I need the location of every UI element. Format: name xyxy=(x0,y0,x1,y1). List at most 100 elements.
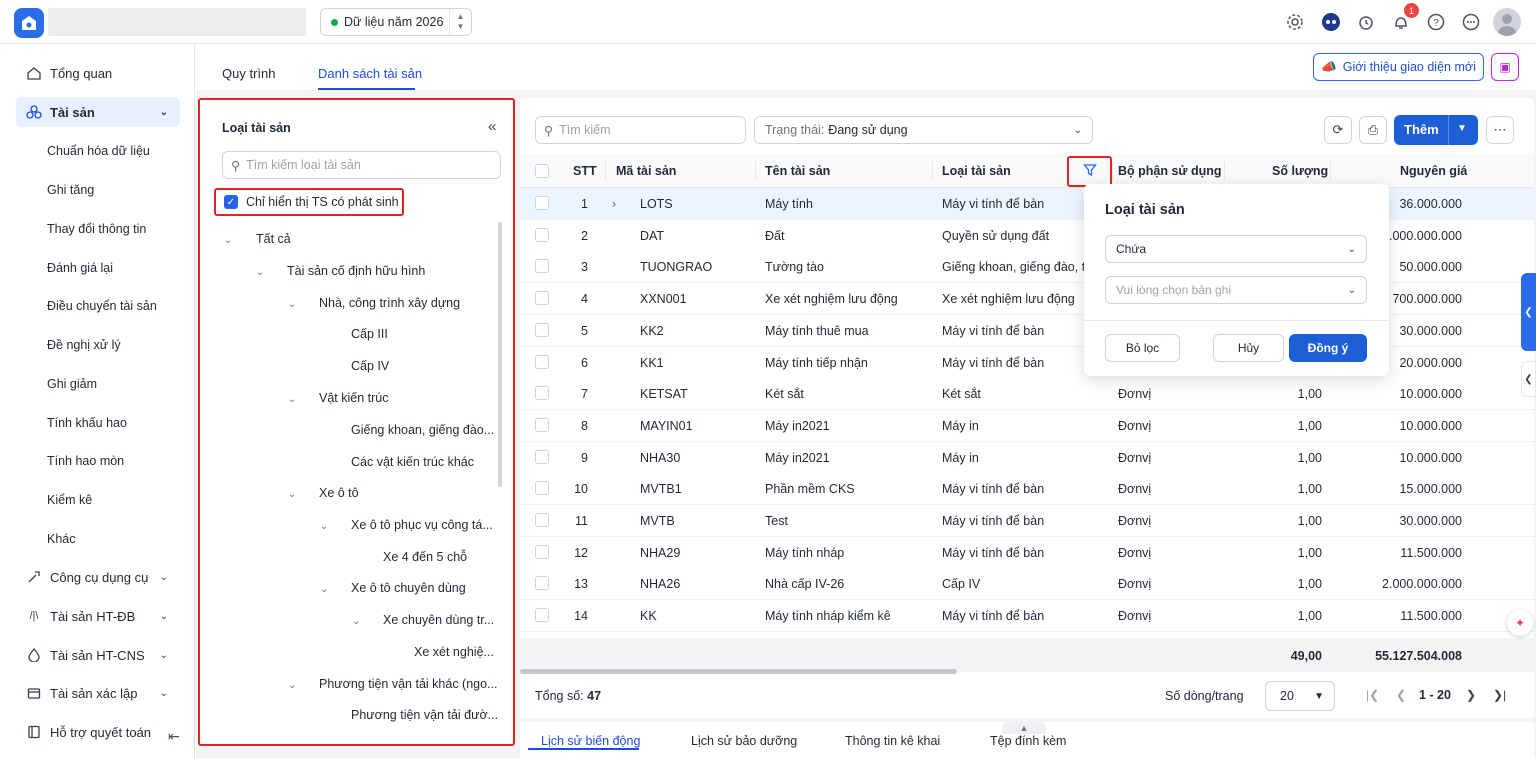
row-checkbox[interactable] xyxy=(535,576,549,591)
settings-icon[interactable] xyxy=(1284,11,1306,33)
chevron-down-icon[interactable]: ▼ xyxy=(457,22,465,32)
first-page-icon[interactable]: |❮ xyxy=(1366,688,1379,702)
chevron-down-icon[interactable]: ⌄ xyxy=(288,299,302,310)
sidebar-item-overview[interactable]: Tổng quan xyxy=(16,58,180,88)
chevron-down-icon[interactable]: ⌄ xyxy=(320,584,334,595)
refresh-button[interactable]: ⟳ xyxy=(1324,116,1352,144)
column-divider[interactable] xyxy=(755,162,756,180)
row-checkbox[interactable] xyxy=(535,544,549,559)
year-selector[interactable]: Dữ liệu năm 2026 ▲ ▼ xyxy=(320,8,472,36)
tree-node[interactable]: Xe 4 đến 5 chỗ xyxy=(383,550,467,564)
row-checkbox[interactable] xyxy=(535,227,549,242)
tab-attachments[interactable]: Tệp đính kèm xyxy=(990,734,1066,748)
tab-asset-list[interactable]: Danh sách tài sản xyxy=(318,66,422,81)
year-stepper[interactable]: ▲ ▼ xyxy=(449,9,471,35)
tab-process[interactable]: Quy trình xyxy=(222,66,275,81)
chevron-down-icon[interactable]: ⌄ xyxy=(288,489,302,500)
collapse-panel-icon[interactable]: « xyxy=(488,118,496,135)
select-all-checkbox[interactable] xyxy=(535,164,549,178)
table-row[interactable]: 14 KK Máy tính nháp kiểm kê Máy vi tính để … xyxy=(520,600,1534,633)
sidebar-subitem[interactable]: Chuẩn hóa dữ liệu xyxy=(47,144,150,158)
sidebar-item-water-assets[interactable]: Tài sản HT-CNS ⌄ xyxy=(16,640,180,670)
chevron-down-icon[interactable]: ⌄ xyxy=(256,267,270,278)
row-checkbox[interactable] xyxy=(535,481,549,496)
table-row[interactable]: 9 NHA30 Máy in2021 Máy in Đơnvị 1,00 10.000.00… xyxy=(520,441,1534,474)
more-actions-button[interactable]: ⋯ xyxy=(1486,116,1514,144)
table-row[interactable]: 7 KETSAT Két sắt Két sắt Đơnvị 1,00 10.000.000 xyxy=(520,378,1534,411)
table-row[interactable]: 12 NHA29 Máy tính nháp Máy vi tính để bàn Đơ… xyxy=(520,536,1534,569)
tree-node[interactable]: ⌄ Phương tiện vận tải khác (ngo... xyxy=(288,677,497,691)
expand-detail-icon[interactable]: ▲ xyxy=(1002,722,1046,734)
collapse-sidebar-icon[interactable]: ⇤ xyxy=(168,728,180,745)
tree-node[interactable]: Cấp IV xyxy=(351,359,389,373)
side-panel-toggle-icon[interactable]: ❮ xyxy=(1521,273,1536,351)
row-checkbox[interactable] xyxy=(535,322,549,337)
row-checkbox[interactable] xyxy=(535,291,549,306)
tree-node[interactable]: ⌄ Tài sản cố định hữu hình xyxy=(256,264,425,278)
tree-node[interactable]: ⌄ Tất cả xyxy=(224,232,291,246)
chevron-down-icon[interactable]: ⌄ xyxy=(224,235,238,246)
sidebar-item-tools[interactable]: Công cụ dụng cụ ⌄ xyxy=(16,562,180,592)
last-page-icon[interactable]: ❯| xyxy=(1493,688,1506,702)
tree-node[interactable]: ⌄ Xe ô tô chuyên dùng xyxy=(320,581,466,595)
tree-node[interactable]: ⌄ Nhà, công trình xây dựng xyxy=(288,296,460,310)
panel-scrollbar[interactable] xyxy=(498,222,502,487)
tab-declaration-info[interactable]: Thông tin kê khai xyxy=(845,734,940,748)
ai-assistant-icon[interactable]: ✦ xyxy=(1507,610,1533,636)
table-row[interactable]: 11 MVTB Test Máy vi tính để bàn Đơnvị 1,00 30.… xyxy=(520,505,1534,537)
row-checkbox[interactable] xyxy=(535,608,549,623)
chevron-down-icon[interactable]: ▼ xyxy=(1457,123,1467,134)
chevron-up-icon[interactable]: ▲ xyxy=(457,12,465,22)
print-button[interactable]: ⎙ xyxy=(1359,116,1387,144)
tree-node[interactable]: ⌄ Xe ô tô xyxy=(288,486,359,500)
column-divider[interactable] xyxy=(1112,162,1113,180)
row-checkbox[interactable] xyxy=(535,259,549,274)
search-input[interactable]: ⚲ Tìm kiếm xyxy=(535,116,746,144)
sidebar-item-settlement[interactable]: Hỗ trợ quyết toán xyxy=(16,717,156,747)
filter-operator-select[interactable]: Chứa ⌄ xyxy=(1105,235,1367,263)
chevron-down-icon[interactable]: ⌄ xyxy=(320,521,334,532)
cancel-button[interactable]: Hủy xyxy=(1213,334,1284,362)
sidebar-subitem[interactable]: Đánh giá lại xyxy=(47,261,113,275)
sidebar-subitem[interactable]: Thay đổi thông tin xyxy=(47,222,146,236)
tree-node[interactable]: ⌄ Vật kiến trúc xyxy=(288,391,388,405)
tree-node[interactable]: ⌄ Xe chuyên dùng tr... xyxy=(352,613,494,627)
row-checkbox[interactable] xyxy=(535,513,549,527)
sidebar-item-established-assets[interactable]: Tài sản xác lập ⌄ xyxy=(16,678,180,708)
tree-node[interactable]: Cấp III xyxy=(351,327,388,341)
sidebar-subitem[interactable]: Ghi tăng xyxy=(47,183,94,197)
column-divider[interactable] xyxy=(932,162,933,180)
row-checkbox[interactable] xyxy=(535,386,549,401)
add-button[interactable]: Thêm ▼ xyxy=(1394,115,1478,145)
tree-node[interactable]: Giếng khoan, giếng đào... xyxy=(351,423,494,437)
chevron-down-icon[interactable]: ⌄ xyxy=(288,394,302,405)
chevron-down-icon[interactable]: ⌄ xyxy=(352,616,366,627)
row-checkbox[interactable] xyxy=(535,417,549,432)
alarm-icon[interactable] xyxy=(1355,11,1377,33)
filter-value-select[interactable]: Vui lòng chọn bản ghi ⌄ xyxy=(1105,276,1367,304)
tab-change-history[interactable]: Lịch sử biến động xyxy=(541,734,640,748)
tree-node[interactable]: Các vật kiến trúc khác xyxy=(351,455,474,469)
table-row[interactable]: 13 NHA26 Nhà cấp IV-26 Cấp IV Đơnvị 1,00 2.000… xyxy=(520,568,1534,601)
table-row[interactable]: 8 MAYIN01 Máy in2021 Máy in Đơnvị 1,00 10.000.… xyxy=(520,409,1534,442)
row-checkbox[interactable] xyxy=(535,449,549,464)
checkbox-checked-icon[interactable]: ✓ xyxy=(224,195,238,209)
column-divider[interactable] xyxy=(1330,162,1331,180)
column-filter-button[interactable] xyxy=(1067,156,1112,187)
row-checkbox[interactable] xyxy=(535,196,549,210)
sidebar-subitem[interactable]: Đề nghị xử lý xyxy=(47,338,121,352)
chevron-down-icon[interactable]: ⌄ xyxy=(288,680,302,691)
help-icon[interactable]: ? xyxy=(1425,11,1447,33)
tree-node[interactable]: Phương tiện vận tải đườ... xyxy=(351,708,498,722)
row-checkbox[interactable] xyxy=(535,354,549,369)
prev-page-icon[interactable]: ❮ xyxy=(1396,688,1406,702)
only-arising-checkbox[interactable]: ✓ Chỉ hiển thị TS có phát sinh xyxy=(214,188,404,216)
clear-filter-button[interactable]: Bỏ lọc xyxy=(1105,334,1180,362)
column-divider[interactable] xyxy=(1224,162,1225,180)
side-collapse-icon[interactable]: ❮ xyxy=(1521,361,1536,397)
rows-per-page-select[interactable]: 20 ▼ xyxy=(1265,681,1335,711)
column-divider[interactable] xyxy=(605,162,606,180)
sidebar-item-road-assets[interactable]: /|\ Tài sản HT-ĐB ⌄ xyxy=(16,601,180,631)
table-row[interactable]: 10 MVTB1 Phần mềm CKS Máy vi tính để bàn Đơn… xyxy=(520,473,1534,506)
sidebar-item-assets[interactable]: Tài sản ⌄ xyxy=(16,97,180,127)
